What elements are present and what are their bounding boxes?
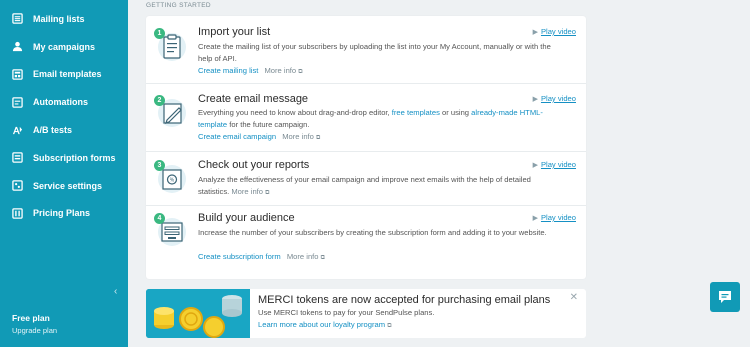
automation-icon (12, 97, 23, 108)
play-video-button[interactable]: ▶ Play video (533, 94, 576, 103)
step-description-text: for the future campaign. (227, 119, 310, 129)
sidebar-item-mailing-lists[interactable]: Mailing lists (0, 5, 128, 33)
external-link-icon: ⧉ (265, 189, 270, 196)
more-info-link[interactable]: More info (287, 252, 319, 261)
sidebar-item-label: Service settings (33, 180, 103, 191)
getting-started-card: 1 Import your list Create the mailing li… (146, 16, 586, 279)
play-video-label: Play video (540, 94, 576, 103)
create-email-campaign-link[interactable]: Create email campaign (198, 132, 276, 141)
sidebar-item-label: Subscription forms (33, 152, 116, 163)
step-title: Build your audience (198, 212, 295, 224)
list-icon (12, 13, 23, 25)
sidebar-item-email-templates[interactable]: Email templates (0, 61, 128, 89)
step-title: Check out your reports (198, 159, 310, 171)
play-video-label: Play video (540, 213, 576, 222)
sidebar-item-automations[interactable]: Automations (0, 88, 128, 116)
step-number: 3 (154, 160, 165, 171)
form-icon (12, 152, 23, 164)
step-description: Everything you need to know about drag-a… (198, 107, 560, 130)
collapse-sidebar-icon[interactable]: ‹ (114, 286, 117, 297)
external-link-icon: ⧉ (320, 255, 325, 261)
step-title: Create email message (198, 93, 309, 105)
svg-text:%: % (170, 178, 175, 184)
pricing-icon (12, 208, 23, 219)
sidebar-item-label: Pricing Plans (33, 208, 91, 219)
play-video-button[interactable]: ▶ Play video (533, 27, 576, 36)
external-link-icon: ⧉ (298, 69, 303, 75)
create-mailing-list-link[interactable]: Create mailing list (198, 66, 258, 75)
free-templates-link[interactable]: free templates (392, 108, 440, 117)
sidebar-item-subscription-forms[interactable]: Subscription forms (0, 144, 128, 172)
sidebar: Mailing lists My campaigns Email templat… (0, 0, 128, 347)
play-icon: ▶ (532, 162, 538, 169)
sidebar-item-pricing-plans[interactable]: Pricing Plans (0, 200, 128, 228)
more-info-link[interactable]: More info (282, 132, 314, 141)
create-subscription-form-link[interactable]: Create subscription form (198, 252, 281, 261)
play-icon: ▶ (532, 215, 538, 222)
step-description-text: Everything you need to know about drag-a… (198, 108, 392, 117)
sidebar-item-label: My campaigns (33, 41, 96, 52)
external-link-icon: ⧉ (316, 135, 321, 141)
chat-icon (719, 291, 731, 303)
sidebar-item-ab-tests[interactable]: A/B tests (0, 116, 128, 144)
plan-info: Free plan Upgrade plan (12, 313, 57, 335)
sidebar-nav: Mailing lists My campaigns Email templat… (0, 0, 128, 227)
step-links: Create mailing list More info ⧉ (198, 66, 303, 76)
sidebar-item-service-settings[interactable]: Service settings (0, 172, 128, 200)
loyalty-program-label: Learn more about our loyalty program (258, 320, 386, 329)
section-title: GETTING STARTED (146, 2, 211, 9)
step-description: Increase the number of your subscribers … (198, 228, 547, 237)
more-info-link[interactable]: More info (264, 66, 296, 75)
promo-subtitle: Use MERCI tokens to pay for your SendPul… (258, 308, 435, 317)
play-video-label: Play video (540, 27, 576, 36)
settings-icon (12, 180, 23, 191)
step-build-audience: 4 Build your audience Increase the numbe… (146, 206, 586, 279)
play-icon: ▶ (532, 96, 538, 103)
close-icon[interactable]: ✕ (570, 292, 578, 303)
external-link-icon: ⧉ (387, 323, 392, 329)
sidebar-item-label: Automations (33, 97, 88, 108)
step-number: 2 (154, 95, 165, 106)
merci-promo-banner: MERCI tokens are now accepted for purcha… (146, 289, 586, 338)
step-title: Import your list (198, 26, 271, 38)
more-info-link[interactable]: More info (231, 187, 263, 196)
play-video-button[interactable]: ▶ Play video (533, 213, 576, 222)
step-links: Create subscription form More info ⧉ (198, 252, 325, 262)
play-video-label: Play video (540, 160, 576, 169)
step-description: Create the mailing list of your subscrib… (198, 42, 551, 63)
step-check-reports: 3 % Check out your reports Analyze the e… (146, 152, 586, 206)
chat-button[interactable] (710, 282, 740, 312)
upgrade-plan-link[interactable]: Upgrade plan (12, 326, 57, 335)
user-icon (12, 41, 23, 52)
step-create-email: 2 Create email message Everything you ne… (146, 84, 586, 152)
promo-title: MERCI tokens are now accepted for purcha… (258, 294, 551, 306)
coins-illustration (146, 289, 250, 338)
play-video-button[interactable]: ▶ Play video (533, 160, 576, 169)
step-links: Create email campaign More info ⧉ (198, 132, 320, 142)
template-icon (12, 69, 23, 80)
plan-name: Free plan (12, 313, 50, 323)
sidebar-item-label: Mailing lists (33, 13, 85, 24)
ab-test-icon (12, 125, 23, 136)
step-number: 4 (154, 213, 165, 224)
loyalty-program-link[interactable]: Learn more about our loyalty program ⧉ (258, 320, 391, 330)
sidebar-item-label: Email templates (33, 69, 102, 80)
sidebar-item-my-campaigns[interactable]: My campaigns (0, 33, 128, 61)
step-import-list: 1 Import your list Create the mailing li… (146, 16, 586, 84)
play-icon: ▶ (532, 29, 538, 36)
step-description: Analyze the effectiveness of your email … (198, 174, 560, 199)
step-description-text: or using (439, 108, 472, 117)
sidebar-item-label: A/B tests (33, 125, 73, 136)
step-number: 1 (154, 28, 165, 39)
